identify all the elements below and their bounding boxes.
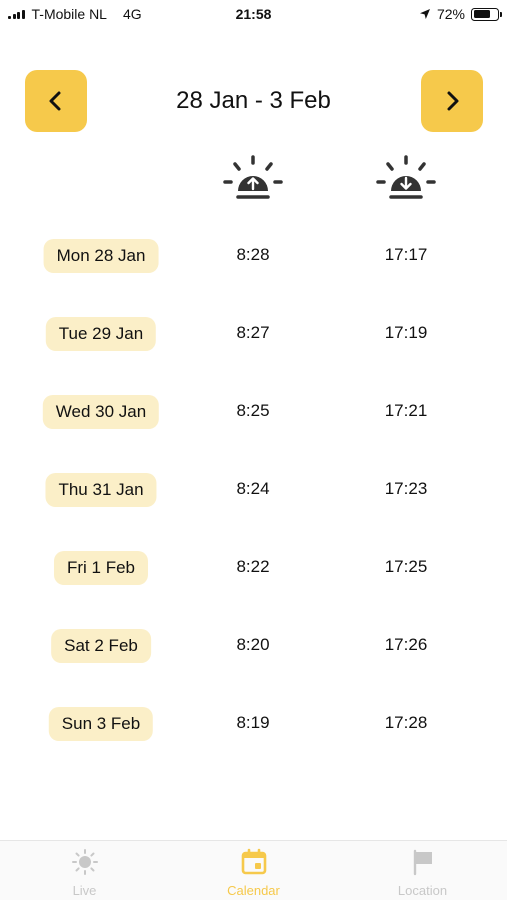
previous-week-button[interactable]: [25, 70, 87, 132]
day-row: Mon 28 Jan 8:28 17:17: [0, 217, 507, 295]
sunrise-time: 8:24: [236, 479, 270, 498]
tab-live[interactable]: Live: [0, 841, 169, 900]
day-label: Fri 1 Feb: [53, 551, 149, 585]
calendar-icon: [241, 848, 266, 875]
sunset-icon: [376, 155, 436, 199]
day-row: Sat 2 Feb 8:20 17:26: [0, 607, 507, 685]
sunset-time: 17:19: [384, 323, 428, 342]
sunrise-icon: [223, 155, 283, 199]
sunset-time: 17:25: [384, 557, 428, 576]
chevron-left-icon: [49, 91, 61, 111]
sunrise-time: 8:19: [236, 713, 270, 732]
sunset-time: 17:23: [384, 479, 428, 498]
day-label: Thu 31 Jan: [45, 473, 157, 507]
day-label: Sun 3 Feb: [48, 707, 154, 741]
day-label: Mon 28 Jan: [43, 239, 159, 273]
day-label: Wed 30 Jan: [42, 395, 160, 429]
day-row: Fri 1 Feb 8:22 17:25: [0, 529, 507, 607]
next-week-button[interactable]: [421, 70, 483, 132]
day-row: Wed 30 Jan 8:25 17:21: [0, 373, 507, 451]
day-row: Sun 3 Feb 8:19 17:28: [0, 685, 507, 763]
tab-label-live: Live: [72, 883, 97, 898]
day-label: Sat 2 Feb: [51, 629, 151, 663]
battery-level: [473, 10, 491, 18]
sunset-time: 17:21: [384, 401, 428, 420]
tab-location[interactable]: Location: [338, 841, 507, 900]
flag-icon: [413, 849, 432, 876]
day-row: Tue 29 Jan 8:27 17:19: [0, 295, 507, 373]
sunrise-time: 8:27: [236, 323, 270, 342]
battery-percent: 72%: [436, 6, 465, 22]
day-row: Thu 31 Jan 8:24 17:23: [0, 451, 507, 529]
sunset-time: 17:17: [384, 245, 428, 264]
app-screen: T-Mobile NL 4G 21:58 72% 28 Jan - 3 Feb: [0, 0, 507, 900]
sunrise-time: 8:20: [236, 635, 270, 654]
sunrise-time: 8:25: [236, 401, 270, 420]
sunset-time: 17:28: [384, 713, 428, 732]
tab-bar: Live Calendar Location: [0, 840, 507, 900]
tab-label-location: Location: [397, 883, 448, 898]
sunrise-time: 8:28: [236, 245, 270, 264]
battery-icon: [471, 7, 502, 21]
sun-icon: [71, 849, 98, 875]
chevron-right-icon: [447, 91, 459, 111]
status-right: 72%: [419, 6, 502, 22]
sunset-time: 17:26: [384, 635, 428, 654]
tab-calendar[interactable]: Calendar: [169, 841, 338, 900]
sunrise-time: 8:22: [236, 557, 270, 576]
week-range-title: 28 Jan - 3 Feb: [176, 87, 331, 114]
days-list: Mon 28 Jan 8:28 17:17 Tue 29 Jan 8:27 17…: [0, 217, 507, 763]
location-arrow-icon: [419, 9, 430, 19]
tab-label-calendar: Calendar: [227, 883, 280, 898]
status-bar: T-Mobile NL 4G 21:58 72%: [0, 0, 507, 28]
day-label: Tue 29 Jan: [45, 317, 157, 351]
